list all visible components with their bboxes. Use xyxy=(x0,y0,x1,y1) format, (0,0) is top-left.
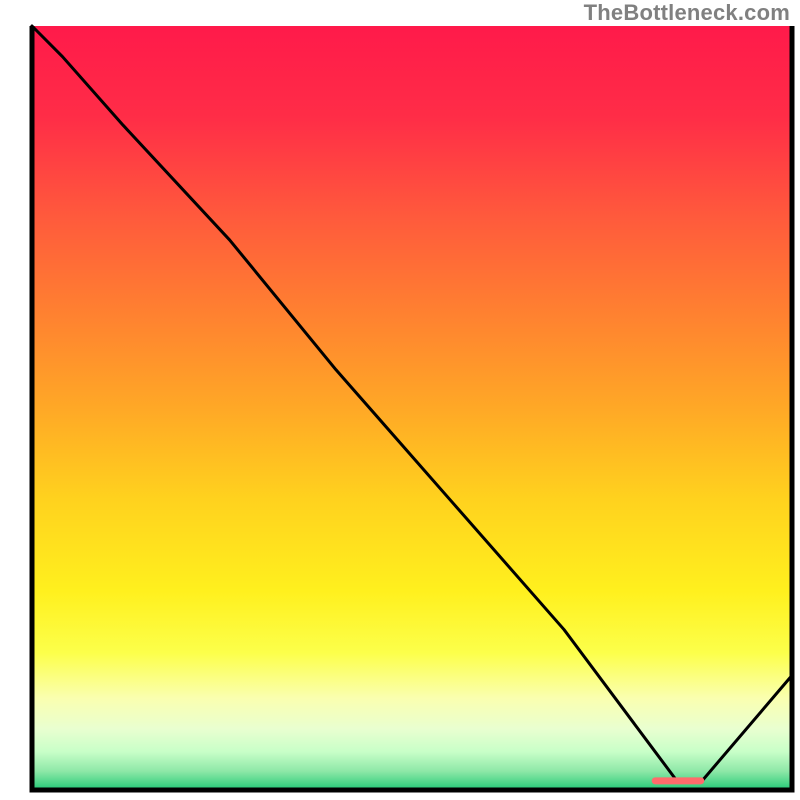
bottleneck-chart xyxy=(0,0,800,800)
watermark-text: TheBottleneck.com xyxy=(584,0,790,26)
chart-container: { "watermark": "TheBottleneck.com", "cha… xyxy=(0,0,800,800)
plot-background xyxy=(32,26,792,790)
